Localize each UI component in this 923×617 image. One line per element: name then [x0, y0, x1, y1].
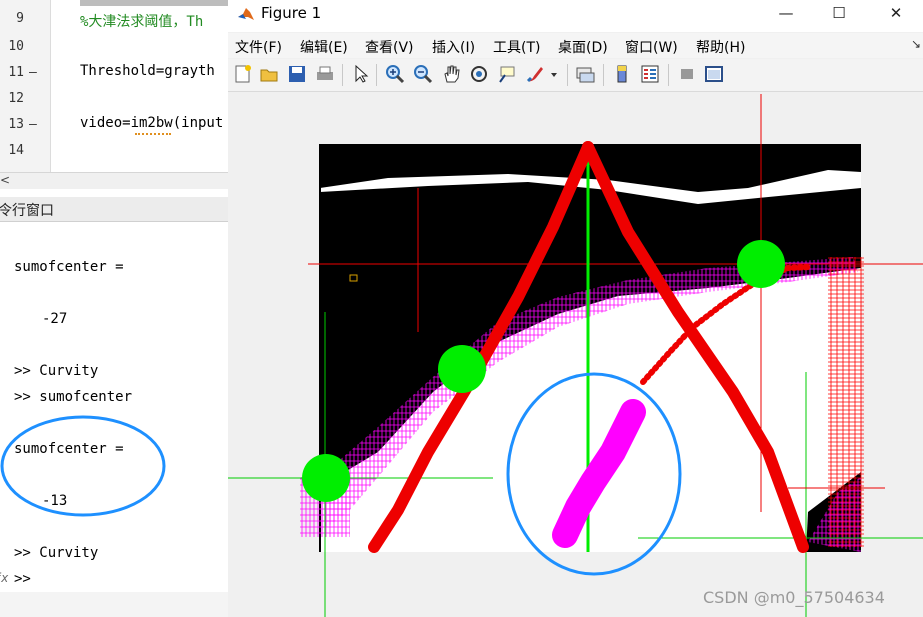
- green-marker: [438, 345, 486, 393]
- maximize-button[interactable]: ☐: [816, 0, 862, 28]
- data-cursor-icon[interactable]: [497, 64, 517, 84]
- warning-underline: [135, 133, 171, 135]
- pan-icon[interactable]: [441, 64, 461, 84]
- command-history: >> sumofcenter: [14, 389, 133, 405]
- scroll-left-icon[interactable]: <: [0, 173, 10, 187]
- line-highlight: [80, 0, 228, 6]
- command-window-title: 令行窗口: [0, 203, 54, 219]
- plot-canvas[interactable]: [228, 92, 923, 617]
- command-output: sumofcenter =: [14, 259, 124, 275]
- brush-dropdown-icon[interactable]: [549, 64, 559, 84]
- breakpoint-dash[interactable]: —: [29, 117, 37, 132]
- command-history: >> Curvity: [14, 363, 99, 379]
- figure-menubar: 文件(F) 编辑(E) 查看(V) 插入(I) 工具(T) 桌面(D) 窗口(W…: [228, 33, 923, 58]
- save-icon[interactable]: [287, 64, 307, 84]
- line-number: 10: [8, 39, 24, 54]
- toolbar-separator: [376, 64, 377, 86]
- command-history: >> Curvity: [14, 545, 99, 561]
- command-window-header: 令行窗口: [0, 197, 228, 222]
- menu-view[interactable]: 查看(V): [365, 37, 414, 57]
- code-line[interactable]: %大津法求阈值，Th: [80, 11, 203, 31]
- dock-arrow-icon[interactable]: ↘: [911, 37, 921, 51]
- menu-tools[interactable]: 工具(T): [493, 37, 540, 57]
- dock-icon[interactable]: [704, 64, 724, 84]
- green-marker: [737, 240, 785, 288]
- breakpoint-dash[interactable]: —: [29, 65, 37, 80]
- menu-file[interactable]: 文件(F): [235, 37, 282, 57]
- minimize-button[interactable]: —: [763, 0, 809, 28]
- toolbar-separator: [342, 64, 343, 86]
- menu-window[interactable]: 窗口(W): [625, 37, 678, 57]
- menu-insert[interactable]: 插入(I): [432, 37, 475, 57]
- fx-icon[interactable]: fx: [0, 571, 8, 585]
- figure-title: Figure 1: [261, 4, 322, 22]
- close-button[interactable]: ✕: [873, 0, 919, 28]
- command-prompt[interactable]: >>: [14, 571, 31, 587]
- line-number: 11: [8, 65, 24, 80]
- pointer-icon[interactable]: [351, 64, 371, 84]
- code-editor[interactable]: 9 10 11 12 13 14 — — %大津法求阈值，Th Threshol…: [0, 0, 229, 172]
- watermark: CSDN @m0_57504634: [703, 588, 885, 607]
- figure-axes-area[interactable]: [228, 92, 923, 617]
- menu-edit[interactable]: 编辑(E): [300, 37, 348, 57]
- menu-help[interactable]: 帮助(H): [696, 37, 745, 57]
- command-window-scrollbar[interactable]: [0, 592, 228, 617]
- hide-tools-icon[interactable]: [677, 64, 697, 84]
- line-number: 13: [8, 117, 24, 132]
- open-icon[interactable]: [259, 64, 279, 84]
- print-icon[interactable]: [315, 64, 335, 84]
- toolbar-separator: [567, 64, 568, 86]
- figure-toolbar: [228, 59, 923, 92]
- figure-window[interactable]: Figure 1 — ☐ ✕ 文件(F) 编辑(E) 查看(V) 插入(I) 工…: [228, 0, 923, 617]
- menu-desktop[interactable]: 桌面(D): [558, 37, 608, 57]
- zoom-out-icon[interactable]: [413, 64, 433, 84]
- editor-horizontal-scrollbar[interactable]: <: [0, 172, 228, 189]
- command-output: -27: [42, 311, 68, 327]
- annotation-circle-left: [0, 415, 166, 517]
- brush-icon[interactable]: [525, 64, 545, 84]
- colorbar-icon[interactable]: [612, 64, 632, 84]
- toolbar-separator: [668, 64, 669, 86]
- link-plot-icon[interactable]: [575, 64, 595, 84]
- line-number: 14: [8, 143, 24, 158]
- figure-titlebar[interactable]: Figure 1 — ☐ ✕: [228, 0, 923, 32]
- legend-icon[interactable]: [640, 64, 660, 84]
- new-figure-icon[interactable]: [233, 64, 253, 84]
- line-number: 9: [16, 11, 24, 26]
- rotate-3d-icon[interactable]: [469, 64, 489, 84]
- line-number: 12: [8, 91, 24, 106]
- code-line[interactable]: Threshold=grayth: [80, 63, 215, 79]
- code-line[interactable]: video=im2bw(input: [80, 115, 223, 131]
- matlab-logo-icon: [238, 8, 254, 20]
- green-marker: [302, 454, 350, 502]
- zoom-in-icon[interactable]: [385, 64, 405, 84]
- toolbar-separator: [603, 64, 604, 86]
